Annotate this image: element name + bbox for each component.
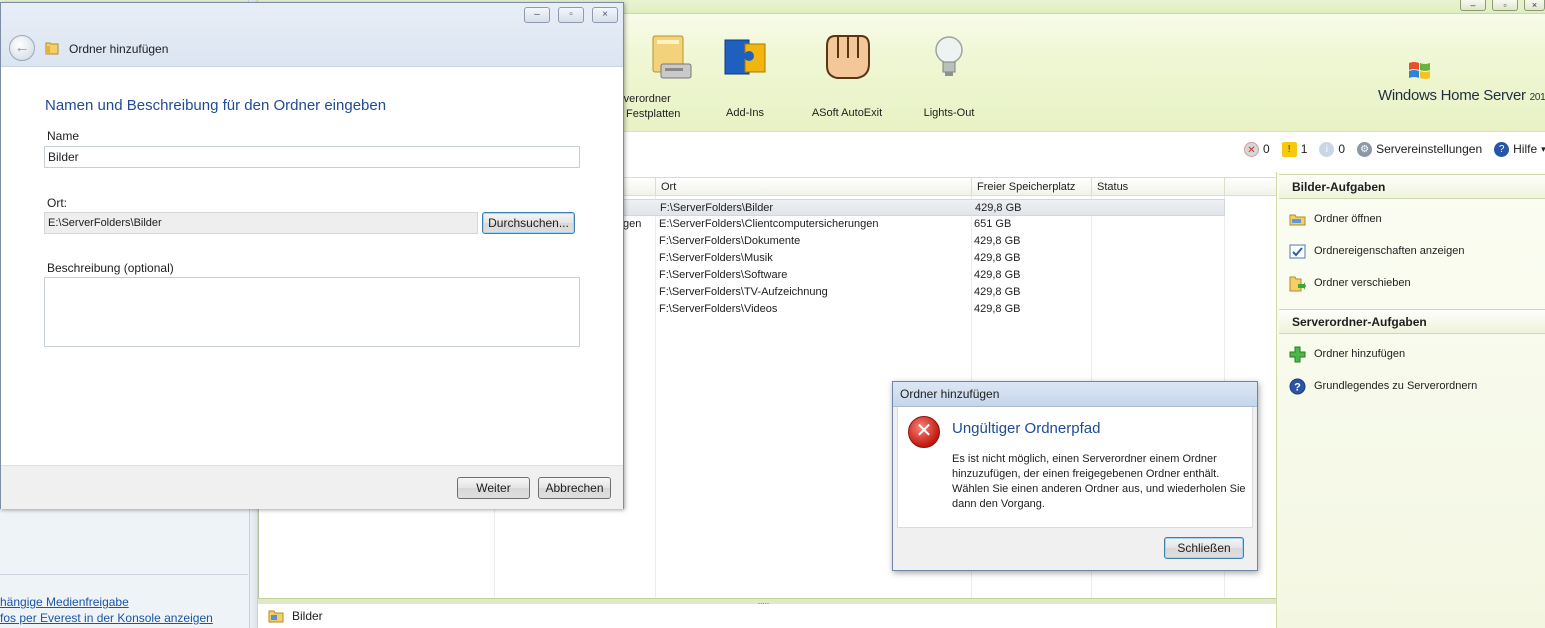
cell-ort: F:\ServerFolders\Dokumente	[659, 235, 801, 247]
task-label: Ordnereigenschaften anzeigen	[1314, 245, 1465, 257]
cell-free-space: 429,8 GB	[974, 252, 1021, 264]
next-button[interactable]: Weiter	[457, 477, 530, 499]
cancel-button[interactable]: Abbrechen	[538, 477, 611, 499]
error-dialog: Ordner hinzufügen ✕ Ungültiger Ordnerpfa…	[892, 381, 1258, 571]
properties-icon	[1289, 243, 1306, 260]
cell-ort: F:\ServerFolders\Software	[659, 269, 788, 281]
windows-home-server-logo: Windows Home Server 2011	[1378, 60, 1545, 110]
info-count: 0	[1338, 142, 1346, 156]
folder-icon	[45, 42, 59, 55]
tool-label: ASoft AutoExit	[811, 107, 883, 119]
task-section-header: Serverordner-Aufgaben	[1279, 309, 1545, 334]
help-link[interactable]: Hilfe	[1513, 142, 1537, 156]
task-label: Ordner verschieben	[1314, 277, 1411, 289]
error-dialog-body: ✕ Ungültiger Ordnerpfad Es ist nicht mög…	[897, 407, 1253, 528]
cell-ort: F:\ServerFolders\Musik	[659, 252, 773, 264]
brand-name: Windows Home Server	[1378, 87, 1526, 104]
description-label: Beschreibung (optional)	[47, 261, 174, 275]
cell-free-space: 651 GB	[974, 218, 1012, 230]
description-field[interactable]	[44, 277, 580, 347]
server-settings-link[interactable]: Servereinstellungen	[1376, 142, 1482, 156]
error-message: Es ist nicht möglich, einen Serverordner…	[952, 453, 1246, 510]
wizard-minimize-button[interactable]: –	[524, 7, 550, 23]
error-icon[interactable]: ✕	[1244, 141, 1259, 157]
task-label: Ordner öffnen	[1314, 213, 1382, 225]
cell-free-space: 429,8 GB	[974, 235, 1021, 247]
error-count: 0	[1263, 142, 1270, 156]
brand-version: 2011	[1529, 92, 1545, 103]
column-header-ort[interactable]: Ort	[656, 178, 972, 196]
link-everest-info[interactable]: fos per Everest in der Konsole anzeigen	[0, 611, 213, 625]
browse-button[interactable]: Durchsuchen...	[482, 212, 575, 234]
tool-label: Add-Ins	[726, 107, 764, 119]
cell-ort: F:\ServerFolders\Videos	[659, 303, 778, 315]
location-field[interactable]	[44, 212, 478, 234]
tool-add-ins[interactable]: Add-Ins	[690, 28, 800, 121]
light-bulb-icon	[923, 28, 975, 86]
cell-name: gen	[623, 218, 642, 230]
cell-free-space: 429,8 GB	[975, 202, 1022, 214]
left-navigation-pane: hängige Medienfreigabe fos per Everest i…	[0, 508, 250, 628]
cell-ort: F:\ServerFolders\TV-Aufzeichnung	[659, 286, 828, 298]
task-open-folder[interactable]: Ordner öffnen	[1289, 209, 1382, 229]
dashboard-close-button[interactable]: ×	[1524, 0, 1545, 11]
task-pane: Bilder-Aufgaben Ordner öffnen Ordnereige…	[1276, 172, 1545, 628]
close-button[interactable]: Schließen	[1164, 537, 1244, 559]
back-arrow-icon[interactable]: ←	[9, 35, 35, 61]
detail-title: Bilder	[292, 609, 323, 623]
dashboard-minimize-button[interactable]: –	[1460, 0, 1486, 11]
info-icon[interactable]: i	[1319, 141, 1335, 157]
task-label: Grundlegendes zu Serverordnern	[1314, 380, 1478, 392]
location-label: Ort:	[47, 196, 67, 210]
fist-icon	[821, 28, 873, 86]
add-folder-wizard: – ▫ × ← Ordner hinzufügen Namen und Besc…	[0, 2, 624, 509]
dashboard-maximize-button[interactable]: ▫	[1492, 0, 1518, 11]
name-label: Name	[47, 129, 80, 143]
move-folder-icon	[1289, 275, 1306, 292]
error-dialog-title: Ordner hinzufügen	[893, 382, 1257, 407]
wizard-maximize-button[interactable]: ▫	[558, 7, 584, 23]
wizard-header: – ▫ × ← Ordner hinzufügen	[1, 3, 623, 67]
link-media-sharing[interactable]: hängige Medienfreigabe	[0, 595, 129, 609]
warning-icon[interactable]: !	[1281, 141, 1297, 157]
tool-lights-out[interactable]: Lights-Out	[894, 28, 1004, 121]
windows-flag-icon	[1409, 62, 1430, 79]
status-bar: ✕ 0 ! 1 i 0 ⚙ Servereinstellungen ? Hilf…	[1244, 140, 1545, 158]
cell-free-space: 429,8 GB	[974, 303, 1021, 315]
name-field[interactable]	[44, 146, 580, 168]
wizard-heading: Namen und Beschreibung für den Ordner ei…	[45, 97, 387, 114]
task-move-folder[interactable]: Ordner verschieben	[1289, 273, 1411, 293]
cell-ort: E:\ServerFolders\Clientcomputersicherung…	[659, 218, 879, 230]
wizard-footer: Weiter Abbrechen	[1, 465, 623, 509]
gear-icon[interactable]: ⚙	[1357, 141, 1373, 157]
task-about-server-folders[interactable]: ? Grundlegendes zu Serverordnern	[1289, 376, 1477, 396]
plus-icon	[1289, 346, 1306, 363]
tool-asoft-autoexit[interactable]: ASoft AutoExit	[792, 28, 902, 121]
warning-count: 1	[1300, 142, 1308, 156]
column-header-free-space[interactable]: Freier Speicherplatz	[972, 178, 1092, 196]
divider	[0, 574, 248, 575]
wizard-close-button[interactable]: ×	[592, 7, 618, 23]
task-folder-properties[interactable]: Ordnereigenschaften anzeigen	[1289, 241, 1464, 261]
hard-drive-folder-icon	[641, 28, 693, 86]
task-label: Ordner hinzufügen	[1314, 348, 1406, 360]
help-icon: ?	[1289, 378, 1306, 395]
task-add-folder[interactable]: Ordner hinzufügen	[1289, 344, 1405, 364]
cell-free-space: 429,8 GB	[974, 269, 1021, 281]
chevron-down-icon[interactable]: ▾	[1541, 144, 1545, 155]
open-folder-icon	[1289, 211, 1306, 228]
puzzle-icon	[719, 28, 771, 86]
wizard-title: Ordner hinzufügen	[69, 42, 169, 56]
help-icon[interactable]: ?	[1494, 141, 1510, 157]
error-icon: ✕	[908, 416, 940, 448]
folder-icon	[268, 610, 284, 623]
column-header-status[interactable]: Status	[1092, 178, 1225, 196]
svg-text:?: ?	[1294, 381, 1301, 393]
task-section-header: Bilder-Aufgaben	[1279, 174, 1545, 199]
tool-label: Lights-Out	[923, 107, 975, 119]
detail-pane: Bilder	[258, 604, 1276, 628]
error-heading: Ungültiger Ordnerpfad	[952, 420, 1101, 437]
cell-free-space: 429,8 GB	[974, 286, 1021, 298]
cell-ort: F:\ServerFolders\Bilder	[660, 202, 774, 214]
